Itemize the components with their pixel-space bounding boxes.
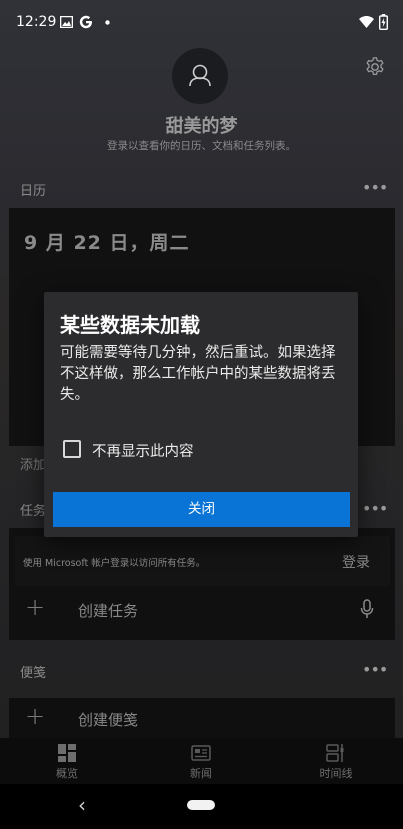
wifi-icon [359, 16, 374, 28]
google-icon [79, 15, 92, 29]
calendar-add-link[interactable]: 添加 [20, 454, 46, 473]
battery-charging-icon [379, 14, 388, 30]
create-task-input[interactable]: 创建任务 [78, 600, 138, 621]
profile-signin-hint[interactable]: 登录以查看你的日历、文档和任务列表。 [0, 138, 403, 153]
tasks-more-button[interactable]: ••• [362, 499, 388, 518]
add-task-plus-icon[interactable]: + [25, 593, 45, 621]
tasks-signin-text: 使用 Microsoft 帐户登录以访问所有任务。 [23, 558, 206, 569]
profile-name: 甜美的梦 [165, 116, 238, 137]
microphone-icon[interactable] [360, 599, 374, 619]
notes-card [9, 698, 395, 738]
notes-section-title: 便笺 [20, 666, 47, 681]
nav-label-timeline: 时间线 [319, 767, 353, 780]
status-bar: 12:29 [0, 0, 403, 46]
dialog-close-button[interactable]: 关闭 [53, 492, 350, 527]
create-note-input[interactable]: 创建便笺 [78, 709, 138, 730]
person-icon [189, 64, 211, 87]
news-icon [191, 745, 211, 761]
calendar-section-title: 日历 [20, 184, 47, 199]
avatar[interactable] [172, 48, 228, 104]
overview-icon [58, 744, 76, 762]
nav-item-overview[interactable]: 概览 [27, 744, 107, 781]
system-home-pill[interactable] [187, 800, 215, 810]
nav-label-overview: 概览 [56, 767, 78, 780]
dialog-title: 某些数据未加载 [60, 313, 200, 337]
nav-item-news[interactable]: 新闻 [161, 744, 241, 781]
calendar-date: 9 月 22 日，周二 [24, 232, 190, 254]
tasks-section-title: 任务 [20, 504, 47, 519]
dont-show-again-label[interactable]: 不再显示此内容 [92, 440, 194, 461]
timeline-icon [326, 744, 344, 762]
settings-gear-icon[interactable] [364, 56, 386, 78]
nav-item-timeline[interactable]: 时间线 [296, 744, 376, 781]
tasks-signin-button[interactable]: 登录 [342, 552, 370, 572]
dialog-message: 可能需要等待几分钟，然后重试。如果选择不这样做，那么工作帐户中的某些数据将丢失。 [60, 345, 336, 403]
dot-icon [105, 20, 110, 25]
system-back-button[interactable]: ‹ [78, 793, 86, 817]
notes-more-button[interactable]: ••• [362, 660, 388, 679]
image-icon [60, 16, 73, 28]
calendar-more-button[interactable]: ••• [362, 178, 388, 197]
nav-label-news: 新闻 [190, 767, 212, 780]
status-time: 12:29 [16, 14, 57, 30]
dont-show-again-checkbox[interactable] [63, 440, 81, 458]
add-note-plus-icon[interactable]: + [25, 702, 45, 730]
